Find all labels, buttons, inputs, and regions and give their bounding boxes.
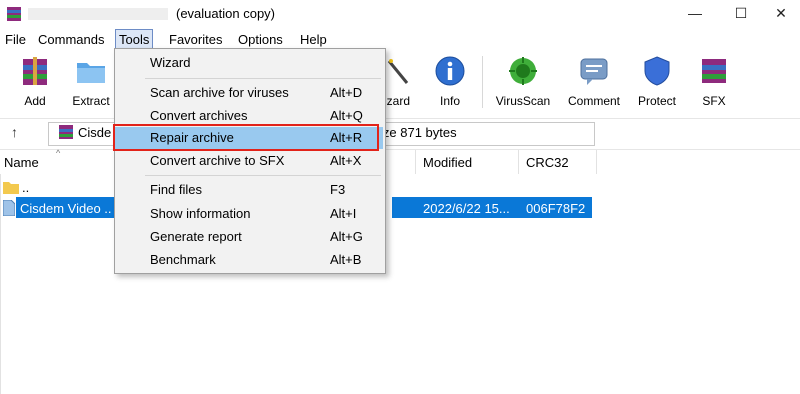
info-button[interactable]: Info [421, 50, 479, 114]
column-separator [518, 150, 519, 174]
extract-button[interactable]: Extract [62, 50, 120, 114]
column-modified-header[interactable]: Modified [423, 155, 472, 170]
menu-commands[interactable]: Commands [35, 31, 107, 48]
menu-item-shortcut: Alt+Q [330, 108, 363, 123]
menu-find-files[interactable]: Find files F3 [115, 179, 385, 201]
menu-item-label: Scan archive for viruses [150, 85, 289, 100]
info-icon [435, 56, 465, 86]
column-separator [596, 150, 597, 174]
sfx-button[interactable]: SFX [685, 50, 743, 114]
comment-button[interactable]: Comment [565, 50, 623, 114]
info-label: Info [439, 94, 460, 108]
file-icon [3, 200, 15, 216]
menu-item-label: Convert archive to SFX [150, 153, 285, 168]
protect-icon [644, 56, 670, 86]
menu-wizard[interactable]: Wizard [115, 52, 385, 74]
menu-generate-report[interactable]: Generate report Alt+G [115, 226, 385, 248]
file-name: .. [22, 180, 30, 195]
menu-separator [145, 175, 381, 176]
menu-item-shortcut: Alt+I [330, 206, 357, 221]
file-modified: 2022/6/22 15... [423, 201, 510, 216]
tools-dropdown-menu: Wizard Scan archive for viruses Alt+D Co… [114, 48, 386, 274]
file-crc: 006F78F2 [526, 201, 586, 216]
menu-item-label: Benchmark [150, 252, 216, 267]
menu-item-shortcut: Alt+X [330, 153, 362, 168]
virusscan-label: VirusScan [495, 94, 551, 108]
winrar-logo-icon [7, 7, 21, 21]
menu-scan-viruses[interactable]: Scan archive for viruses Alt+D [115, 82, 385, 104]
menu-separator [145, 78, 381, 79]
minimize-button[interactable]: — [680, 2, 710, 24]
extract-icon [77, 63, 105, 83]
address-size-info: ize 871 bytes [380, 125, 457, 140]
menu-item-label: Find files [150, 182, 203, 197]
archive-icon [59, 125, 73, 139]
menu-favorites[interactable]: Favorites [166, 31, 225, 48]
toolbar-separator [482, 56, 483, 108]
title-bar: (evaluation copy) — ☐ ✕ [0, 0, 800, 28]
add-archive-icon [23, 57, 47, 85]
menu-item-shortcut: F3 [330, 182, 346, 197]
menu-options[interactable]: Options [235, 31, 286, 48]
comment-label: Comment [567, 94, 620, 108]
sfx-label: SFX [702, 94, 726, 108]
sfx-icon [702, 59, 726, 83]
menu-item-shortcut: Alt+G [330, 229, 363, 244]
menu-tools[interactable]: Tools [115, 29, 154, 50]
address-archive-name: Cisde [78, 125, 112, 140]
comment-icon [580, 58, 608, 85]
title-filename-obscured [28, 8, 168, 20]
virusscan-button[interactable]: VirusScan [494, 50, 552, 114]
menu-help[interactable]: Help [297, 31, 330, 48]
close-button[interactable]: ✕ [766, 2, 796, 24]
protect-button[interactable]: Protect [628, 50, 686, 114]
sort-indicator-icon: ^ [56, 148, 61, 158]
repair-archive-annotation-box [113, 124, 379, 151]
menu-item-label: Show information [150, 206, 251, 221]
maximize-button[interactable]: ☐ [726, 2, 756, 24]
column-separator [415, 150, 416, 174]
menu-show-information[interactable]: Show information Alt+I [115, 203, 385, 225]
menu-item-shortcut: Alt+B [330, 252, 362, 267]
menu-item-label: Convert archives [150, 108, 248, 123]
virusscan-icon [509, 57, 537, 85]
menu-item-label: Generate report [150, 229, 242, 244]
column-crc-header[interactable]: CRC32 [526, 155, 569, 170]
menu-file[interactable]: File [2, 31, 29, 48]
menu-item-label: Wizard [150, 55, 191, 70]
menu-item-shortcut: Alt+D [330, 85, 363, 100]
menu-bar: File Commands Tools Favorites Options He… [0, 28, 800, 50]
file-name: Cisdem Video .. [20, 201, 112, 216]
menu-benchmark[interactable]: Benchmark Alt+B [115, 249, 385, 271]
folder-icon [3, 182, 19, 194]
window-title: (evaluation copy) [176, 6, 275, 21]
menu-convert-sfx[interactable]: Convert archive to SFX Alt+X [115, 150, 385, 172]
column-name-header[interactable]: Name [4, 155, 39, 170]
up-folder-button[interactable]: ↑ [11, 124, 18, 140]
